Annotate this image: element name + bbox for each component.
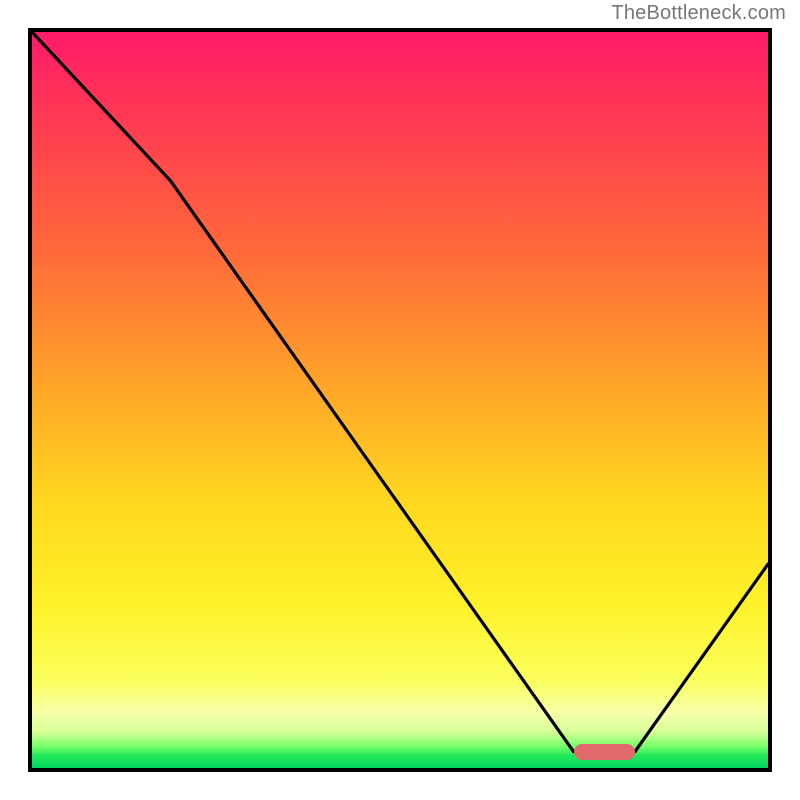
bottleneck-curve-path xyxy=(32,32,768,752)
chart-plot-area xyxy=(28,28,772,772)
optimal-range-marker xyxy=(574,744,635,760)
chart-curve xyxy=(32,32,768,768)
watermark-label: TheBottleneck.com xyxy=(611,2,786,25)
